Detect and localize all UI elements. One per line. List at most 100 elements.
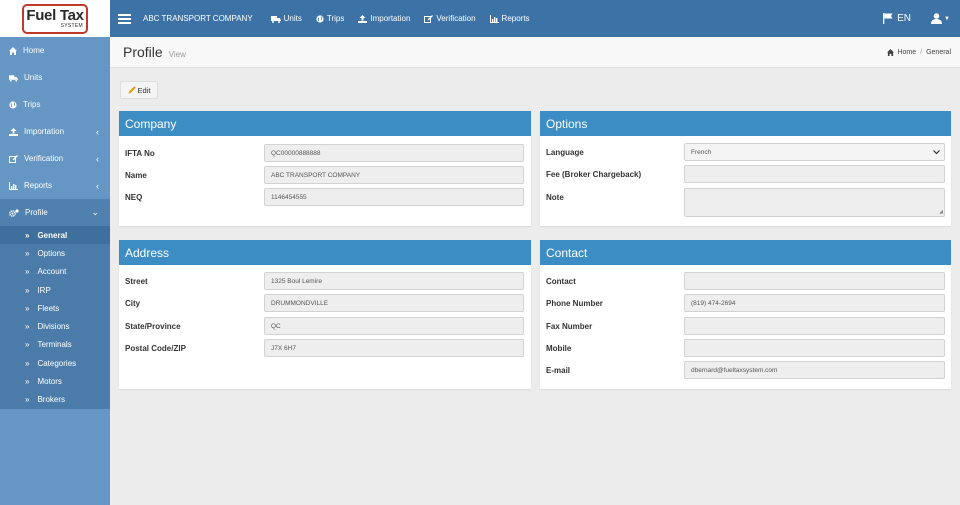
logo-subtitle: SYSTEM <box>60 23 83 29</box>
submenu-item-terminals[interactable]: » Terminals <box>0 336 110 354</box>
mobile-field[interactable] <box>684 339 945 357</box>
contact-field[interactable] <box>684 272 945 290</box>
note-row: Note ◢ <box>540 188 951 217</box>
globe-icon <box>316 14 324 23</box>
fee-row: Fee (Broker Chargeback) <box>540 165 951 183</box>
ifta-no-field[interactable]: QC00000888888 <box>264 144 524 162</box>
top-nav: Units Trips Importation Verification Rep… <box>270 14 544 23</box>
phone-label: Phone Number <box>546 299 603 308</box>
city-field[interactable]: DRUMMONDVILLE <box>264 294 524 312</box>
street-field[interactable]: 1325 Boul Lemire <box>264 272 524 290</box>
breadcrumb-home-link[interactable]: Home <box>897 49 916 56</box>
double-chevron-icon: » <box>25 267 30 277</box>
note-textarea[interactable]: ◢ <box>684 188 945 217</box>
language-select-value: French <box>691 148 712 156</box>
sidebar-item-importation[interactable]: Importation ‹ <box>0 118 110 145</box>
submenu-item-fleets[interactable]: » Fleets <box>0 299 110 317</box>
sidebar-item-verification[interactable]: Verification ‹ <box>0 145 110 172</box>
topnav-reports-label: Reports <box>501 14 530 23</box>
company-name: ABC TRANSPORT COMPANY <box>143 14 253 23</box>
contact-label: Contact <box>546 277 576 286</box>
submenu-item-categories[interactable]: » Categories <box>0 354 110 372</box>
ifta-no-label: IFTA No <box>125 149 155 158</box>
sidebar-item-home[interactable]: Home <box>0 37 110 64</box>
neq-field[interactable]: 1146454555 <box>264 188 524 206</box>
city-label: City <box>125 299 141 308</box>
topnav-trips[interactable]: Trips <box>316 14 344 23</box>
sidebar-item-label: Units <box>24 73 43 82</box>
topnav-units-label: Units <box>283 14 302 23</box>
sidebar-item-label: Trips <box>23 100 41 109</box>
fax-field[interactable] <box>684 317 945 335</box>
language-select[interactable]: French <box>684 143 945 161</box>
submenu-item-account[interactable]: » Account <box>0 263 110 281</box>
sidebar-item-label: Reports <box>24 181 53 190</box>
ifta-no-row: IFTA No QC00000888888 <box>119 144 531 162</box>
company-panel-title: Company <box>119 111 531 136</box>
top-navbar: ABC TRANSPORT COMPANY Units Trips Import… <box>110 0 960 37</box>
content-header: Profile View Home / General <box>110 37 960 68</box>
double-chevron-icon: » <box>25 303 30 313</box>
breadcrumb-separator: / <box>920 48 923 56</box>
email-field[interactable]: dbernard@fueltaxsystem.com <box>684 361 945 379</box>
submenu-item-divisions[interactable]: » Divisions <box>0 317 110 335</box>
options-panel-title: Options <box>540 111 951 136</box>
submenu-item-motors[interactable]: » Motors <box>0 372 110 390</box>
name-field[interactable]: ABC TRANSPORT COMPANY <box>264 166 524 184</box>
submenu-item-irp[interactable]: » IRP <box>0 281 110 299</box>
submenu-item-label: Motors <box>37 377 62 387</box>
submenu-item-brokers[interactable]: » Brokers <box>0 391 110 409</box>
neq-label: NEQ <box>125 193 143 202</box>
submenu-item-label: IRP <box>37 285 51 295</box>
contact-row: Contact <box>540 272 951 290</box>
fax-label: Fax Number <box>546 322 593 331</box>
street-label: Street <box>125 277 148 286</box>
submenu-item-label: Terminals <box>37 340 72 350</box>
state-province-field[interactable]: QC <box>264 317 524 335</box>
edit-button[interactable]: Edit <box>120 81 158 99</box>
submenu-item-options[interactable]: » Options <box>0 244 110 262</box>
fee-label: Fee (Broker Chargeback) <box>546 170 642 179</box>
home-icon <box>9 46 17 55</box>
topnav-trips-label: Trips <box>326 14 345 23</box>
topnav-units[interactable]: Units <box>270 14 302 23</box>
edit-button-label: Edit <box>137 85 151 95</box>
flag-icon <box>883 13 893 24</box>
postal-code-field[interactable]: J7X 6H7 <box>264 339 524 357</box>
sidebar-item-trips[interactable]: Trips <box>0 91 110 118</box>
mobile-label: Mobile <box>546 344 572 353</box>
fax-row: Fax Number <box>540 317 951 335</box>
address-panel-title: Address <box>119 240 531 265</box>
caret-down-icon: ▼ <box>944 15 950 22</box>
logo-area[interactable]: Fuel Tax SYSTEM <box>0 0 110 37</box>
page-title: Profile <box>123 44 163 60</box>
language-row: Language French <box>540 143 951 161</box>
topnav-verification[interactable]: Verification <box>424 14 476 23</box>
menu-toggle-icon[interactable] <box>118 13 131 24</box>
topnav-importation-label: Importation <box>370 14 411 23</box>
user-menu[interactable]: ▼ <box>931 13 950 24</box>
resize-handle-icon[interactable]: ◢ <box>939 209 943 215</box>
globe-icon <box>9 100 17 109</box>
fuel-tax-logo[interactable]: Fuel Tax SYSTEM <box>22 3 88 34</box>
sidebar-item-reports[interactable]: Reports ‹ <box>0 172 110 199</box>
language-switcher[interactable]: EN <box>883 13 911 24</box>
state-province-row: State/Province QC <box>119 317 531 335</box>
options-panel: Options Language French Fee (Broker Char… <box>540 111 951 226</box>
home-icon <box>887 48 895 56</box>
submenu-item-label: Options <box>37 248 66 258</box>
sidebar-item-units[interactable]: Units <box>0 64 110 91</box>
upload-icon <box>9 127 18 136</box>
fee-field[interactable] <box>684 165 945 183</box>
sidebar-item-profile[interactable]: Profile ⌄ <box>0 199 110 226</box>
topnav-reports[interactable]: Reports <box>489 14 530 23</box>
submenu-item-label: Fleets <box>37 303 60 313</box>
edit-icon <box>9 154 18 163</box>
double-chevron-icon: » <box>25 230 30 240</box>
postal-code-row: Postal Code/ZIP J7X 6H7 <box>119 339 531 357</box>
double-chevron-icon: » <box>25 322 30 332</box>
topnav-importation[interactable]: Importation <box>358 14 410 23</box>
phone-field[interactable]: (819) 474-2694 <box>684 294 945 312</box>
submenu-item-general[interactable]: » General <box>0 226 110 245</box>
street-row: Street 1325 Boul Lemire <box>119 272 531 290</box>
